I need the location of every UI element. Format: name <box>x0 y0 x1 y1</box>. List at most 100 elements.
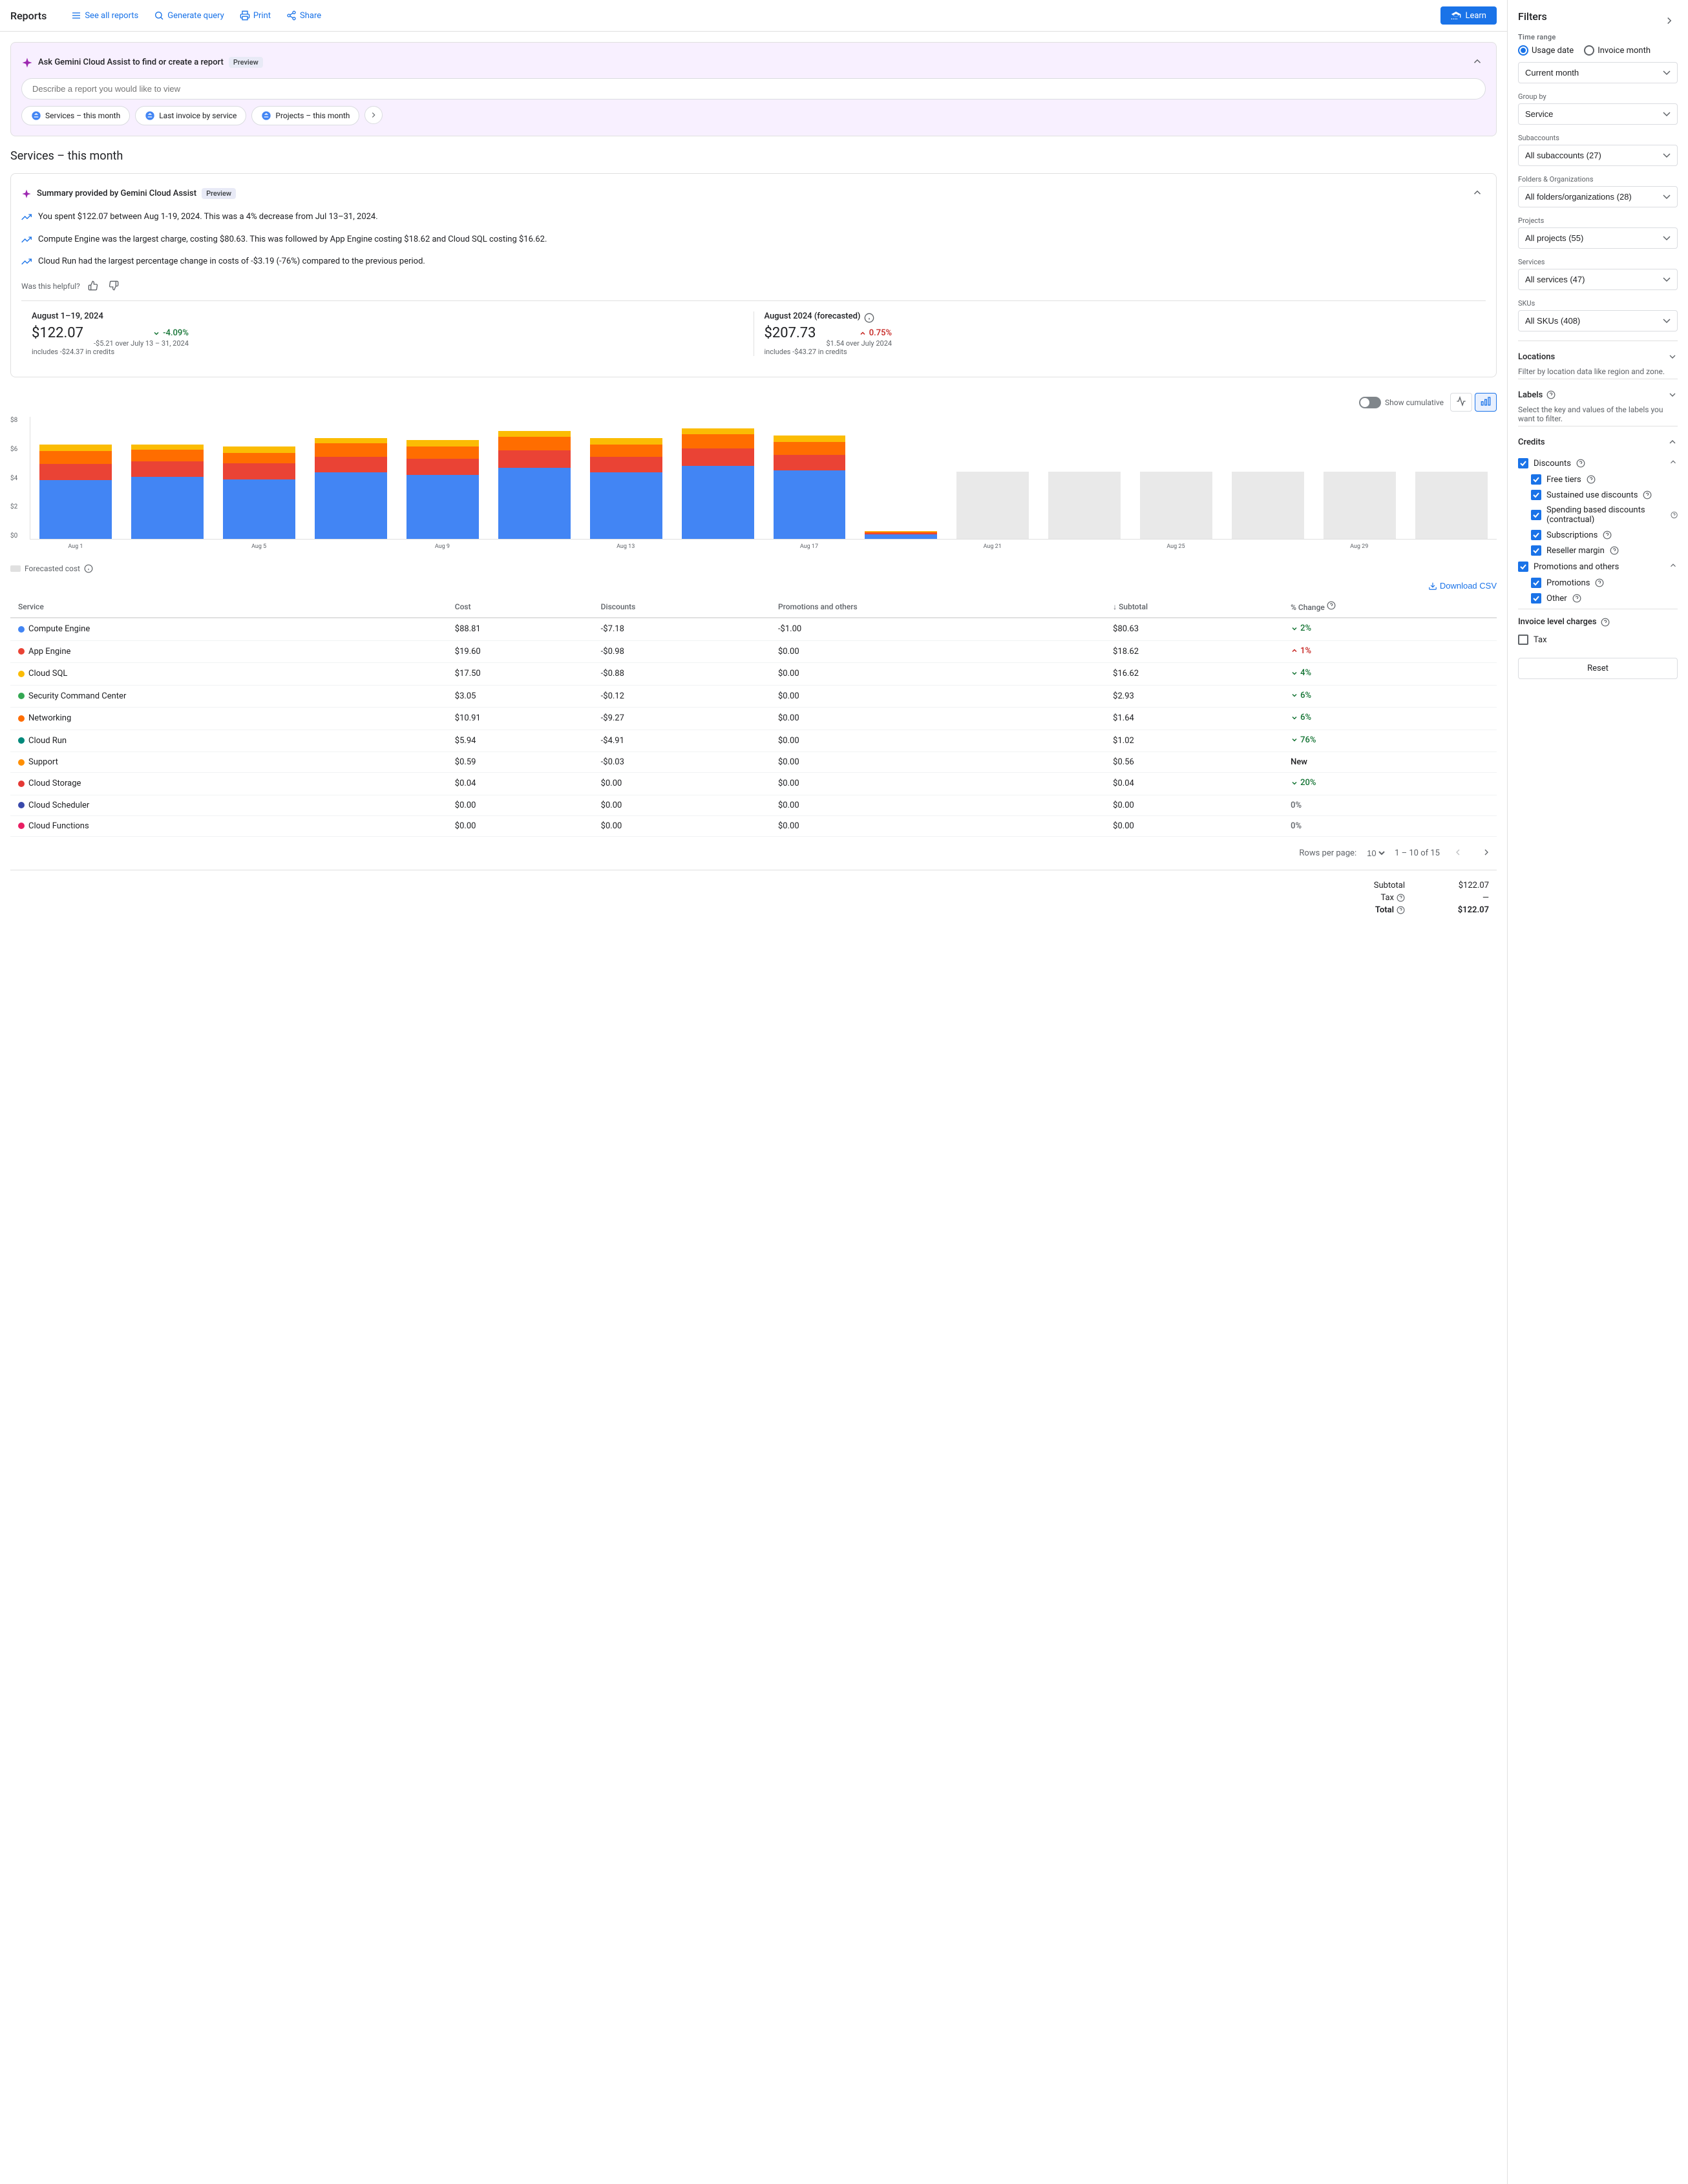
service-dot <box>18 626 25 633</box>
skus-select[interactable]: All SKUs (408) <box>1518 310 1678 331</box>
gemini-input[interactable] <box>21 78 1486 100</box>
chip-services-this-month[interactable]: Services – this month <box>21 106 130 125</box>
help-icon-other[interactable] <box>1572 594 1581 603</box>
folders-select[interactable]: All folders/organizations (28) <box>1518 186 1678 207</box>
free-tiers-checkbox[interactable]: Free tiers <box>1518 472 1678 487</box>
other-checkbox[interactable]: Other <box>1518 591 1678 606</box>
see-all-reports-button[interactable]: See all reports <box>65 6 145 25</box>
service-cell: Support <box>18 757 439 767</box>
help-icon-labels[interactable] <box>1546 390 1556 399</box>
thumbs-up-button[interactable] <box>85 278 101 295</box>
promotions-others-checkbox-box <box>1518 562 1528 572</box>
cost-block-forecasted: August 2024 (forecasted) $207.73 0.75% $… <box>754 311 1476 357</box>
group-by-select-wrapper: Group by Service Project SKU <box>1518 92 1678 125</box>
help-icon-reseller[interactable] <box>1610 546 1619 555</box>
subaccounts-select-wrapper: Subaccounts All subaccounts (27) <box>1518 134 1678 166</box>
page-header-title: Reports <box>10 10 47 22</box>
rows-per-page-select[interactable]: 10 25 50 <box>1364 848 1387 859</box>
help-icon-spending[interactable] <box>1671 510 1678 520</box>
promotions-checkbox-box <box>1531 578 1541 588</box>
col-service: Service <box>10 596 447 618</box>
credits-section: Credits Discounts Free tiers <box>1518 426 1678 606</box>
change-badge: 0% <box>1291 821 1302 831</box>
folders-select-wrapper: Folders & Organizations All folders/orga… <box>1518 175 1678 207</box>
change-badge: 76% <box>1291 735 1316 745</box>
bar-group <box>765 417 855 539</box>
chip-last-invoice[interactable]: Last invoice by service <box>135 106 246 125</box>
current-month-select[interactable]: Current month Last month Custom range <box>1518 62 1678 83</box>
bar-chart-button[interactable] <box>1475 393 1497 412</box>
sidebar-collapse-button[interactable] <box>1661 12 1678 31</box>
info-icon-forecasted[interactable] <box>864 313 874 323</box>
projects-select[interactable]: All projects (55) <box>1518 227 1678 249</box>
toggle-switch[interactable] <box>1359 397 1381 408</box>
credits-collapse-header[interactable]: Credits <box>1518 434 1678 450</box>
download-csv-button[interactable]: Download CSV <box>1428 581 1497 591</box>
subscriptions-checkbox[interactable]: Subscriptions <box>1518 527 1678 543</box>
help-icon-free-tiers[interactable] <box>1587 475 1596 484</box>
help-icon-sustained[interactable] <box>1643 490 1652 499</box>
subaccounts-select[interactable]: All subaccounts (27) <box>1518 145 1678 166</box>
help-icon-total[interactable] <box>1397 906 1405 914</box>
labels-collapse-header[interactable]: Labels <box>1518 387 1678 403</box>
other-checkbox-box <box>1531 593 1541 604</box>
usage-date-radio[interactable]: Usage date <box>1518 45 1574 56</box>
usage-date-radio-dot <box>1518 45 1528 56</box>
share-button[interactable]: Share <box>280 6 328 25</box>
chart-bars-area <box>30 417 1497 540</box>
thumbs-down-button[interactable] <box>106 278 121 295</box>
data-table: Service Cost Discounts Promotions and ot… <box>10 596 1497 837</box>
sustained-use-checkbox[interactable]: Sustained use discounts <box>1518 487 1678 503</box>
collapse-gemini-button[interactable] <box>1469 53 1486 72</box>
group-by-section: Group by Service Project SKU <box>1518 92 1678 125</box>
discounts-checkbox[interactable]: Discounts <box>1518 455 1678 472</box>
help-icon-subscriptions[interactable] <box>1603 530 1612 540</box>
group-by-select[interactable]: Service Project SKU <box>1518 103 1678 125</box>
summary-item-1: You spent $122.07 between Aug 1-19, 2024… <box>21 211 1486 227</box>
line-chart-button[interactable] <box>1450 393 1472 412</box>
chip-projects-this-month[interactable]: Projects – this month <box>251 106 359 125</box>
tax-row: Tax — <box>1380 893 1489 903</box>
help-icon-invoice[interactable] <box>1601 618 1610 627</box>
change-badge: 4% <box>1291 668 1311 678</box>
time-range-section: Time range Usage date Invoice month Curr… <box>1518 33 1678 83</box>
chevron-up-icon-2 <box>1472 187 1483 198</box>
bar-group <box>947 417 1038 539</box>
learn-button[interactable]: Learn <box>1440 6 1497 25</box>
help-icon-tax[interactable] <box>1397 894 1405 902</box>
info-icon-chart[interactable] <box>84 564 93 573</box>
reset-button[interactable]: Reset <box>1518 658 1678 679</box>
promotions-others-checkbox[interactable]: Promotions and others <box>1518 558 1678 575</box>
collapse-summary-button[interactable] <box>1469 184 1486 203</box>
cost-meta-2: 0.75% $1.54 over July 2024 <box>827 328 892 348</box>
table-header: Service Cost Discounts Promotions and ot… <box>10 596 1497 618</box>
generate-query-button[interactable]: Generate query <box>147 6 231 25</box>
print-button[interactable]: Print <box>233 6 277 25</box>
next-page-button[interactable] <box>1476 845 1497 862</box>
service-cell: App Engine <box>18 647 439 656</box>
help-icon-promotions[interactable] <box>1595 578 1604 587</box>
pagination: Rows per page: 10 25 50 1 – 10 of 15 <box>10 837 1497 870</box>
services-select[interactable]: All services (47) <box>1518 269 1678 290</box>
locations-collapse-header[interactable]: Locations <box>1518 349 1678 364</box>
reseller-margin-checkbox[interactable]: Reseller margin <box>1518 543 1678 558</box>
chip-nav-button[interactable] <box>364 106 383 124</box>
change-badge: 20% <box>1291 778 1316 788</box>
promotions-checkbox[interactable]: Promotions <box>1518 575 1678 591</box>
service-dot <box>18 648 25 655</box>
gemini-sparkle-icon <box>21 57 33 68</box>
cost-change-2: 0.75% <box>859 328 892 338</box>
trend-icon-2 <box>21 235 32 249</box>
invoice-month-radio[interactable]: Invoice month <box>1584 45 1651 56</box>
cost-amount-1: $122.07 <box>32 325 83 341</box>
spending-based-checkbox[interactable]: Spending based discounts (contractual) <box>1518 503 1678 527</box>
col-subtotal: ↓ Subtotal <box>1105 596 1283 618</box>
summary-item-3: Cloud Run had the largest percentage cha… <box>21 255 1486 271</box>
prev-page-button[interactable] <box>1448 845 1468 862</box>
show-cumulative-toggle[interactable]: Show cumulative <box>1359 397 1444 408</box>
table-row: Support $0.59-$0.03$0.00$0.56New <box>10 752 1497 773</box>
help-icon-discounts[interactable] <box>1576 459 1585 468</box>
table-row: App Engine $19.60-$0.98$0.00$18.621% <box>10 640 1497 663</box>
help-icon-change[interactable] <box>1327 601 1336 610</box>
tax-checkbox[interactable]: Tax <box>1518 632 1678 647</box>
